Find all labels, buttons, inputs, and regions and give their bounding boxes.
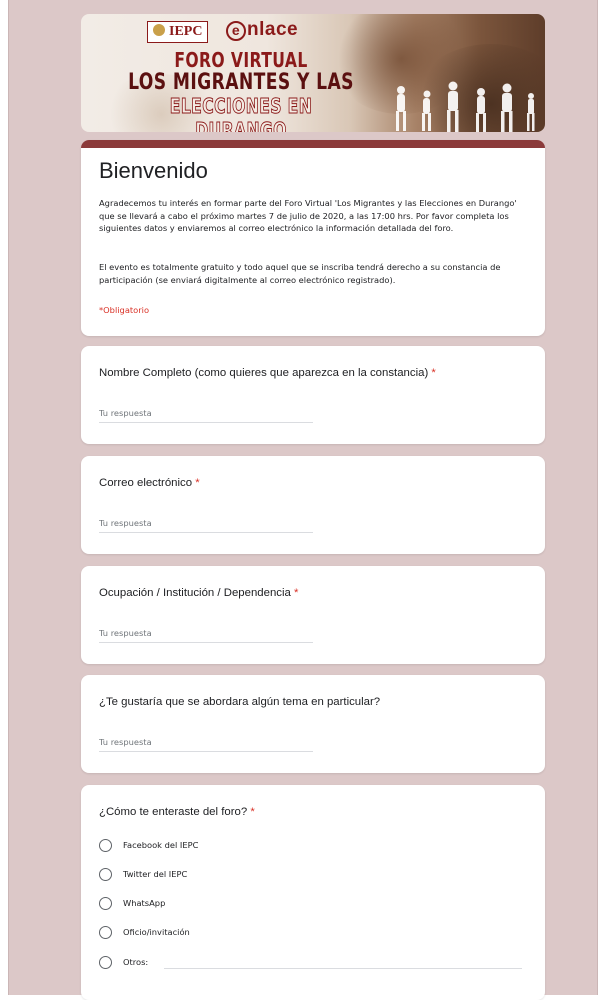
required-note: *Obligatorio <box>99 305 150 315</box>
radio-option-twitter[interactable]: Twitter del IEPC <box>99 868 529 884</box>
banner-title-line-3: ELECCIONES EN DURANGO <box>169 94 313 133</box>
required-asterisk: * <box>294 587 299 599</box>
banner-title-line-1: FORO VIRTUAL <box>174 48 308 72</box>
radio-button[interactable] <box>99 956 112 969</box>
question-label: Correo electrónico * <box>99 477 200 489</box>
topic-input[interactable] <box>99 733 313 752</box>
full-name-input[interactable] <box>99 404 313 423</box>
required-asterisk: * <box>195 477 200 489</box>
radio-button[interactable] <box>99 926 112 939</box>
required-asterisk: * <box>250 806 255 818</box>
question-label: Nombre Completo (como quieres que aparez… <box>99 367 436 379</box>
question-label: ¿Te gustaría que se abordara algún tema … <box>99 696 381 708</box>
seal-icon <box>153 24 165 36</box>
occupation-input[interactable] <box>99 624 313 643</box>
iepc-logo: IEPC <box>147 21 209 43</box>
option-label: Facebook del IEPC <box>123 840 199 850</box>
option-label: Otros: <box>123 957 149 967</box>
enlace-logo: e nlace <box>226 19 298 41</box>
migrants-silhouette-icon <box>396 81 535 132</box>
email-input[interactable] <box>99 514 313 533</box>
welcome-card: Bienvenido Agradecemos tu interés en for… <box>81 140 545 336</box>
radio-button[interactable] <box>99 839 112 852</box>
form-title: Bienvenido <box>99 158 208 183</box>
radio-option-oficio[interactable]: Oficio/invitación <box>99 926 529 942</box>
radio-button[interactable] <box>99 897 112 910</box>
required-asterisk: * <box>431 367 436 379</box>
question-card-full-name: Nombre Completo (como quieres que aparez… <box>81 346 545 444</box>
radio-option-otros[interactable]: Otros: <box>99 956 529 972</box>
option-label: WhatsApp <box>123 898 166 908</box>
header-banner: IEPC e nlace FORO VIRTUAL LOS MIGRANTES Y… <box>81 14 545 132</box>
question-card-occupation: Ocupación / Institución / Dependencia * <box>81 566 545 664</box>
question-card-topic: ¿Te gustaría que se abordara algún tema … <box>81 675 545 773</box>
radio-button[interactable] <box>99 868 112 881</box>
form-description: Agradecemos tu interés en formar parte d… <box>99 198 517 234</box>
banner-title-line-2: LOS MIGRANTES Y LAS <box>128 70 354 95</box>
question-label: ¿Cómo te enteraste del foro? * <box>99 806 255 818</box>
other-text-input[interactable] <box>164 968 522 969</box>
radio-option-facebook[interactable]: Facebook del IEPC <box>99 839 529 855</box>
form-description-2: El evento es totalmente gratuito y todo … <box>99 262 501 285</box>
accent-bar <box>81 140 545 148</box>
option-label: Twitter del IEPC <box>123 869 188 879</box>
option-label: Oficio/invitación <box>123 927 190 937</box>
radio-option-whatsapp[interactable]: WhatsApp <box>99 897 529 913</box>
question-card-source: ¿Cómo te enteraste del foro? * Facebook … <box>81 785 545 1000</box>
question-card-email: Correo electrónico * <box>81 456 545 554</box>
question-label: Ocupación / Institución / Dependencia * <box>99 587 299 599</box>
